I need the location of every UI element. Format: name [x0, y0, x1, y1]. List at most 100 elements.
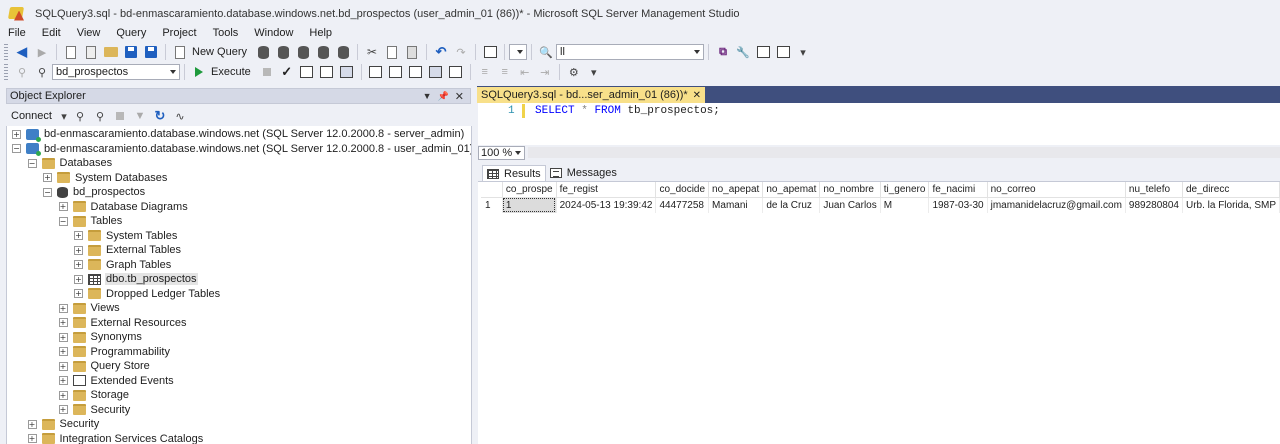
expand-icon[interactable]: + — [43, 173, 52, 183]
connect-object-explorer-icon[interactable]: ⚲ — [72, 108, 88, 124]
change-connection-icon[interactable]: ⚲ — [34, 64, 50, 80]
column-header-fe-nacimi[interactable]: fe_nacimi — [928, 182, 988, 198]
expand-icon[interactable]: + — [74, 274, 83, 284]
cut-icon[interactable]: ✂ — [364, 44, 380, 60]
stop-icon[interactable] — [112, 108, 128, 124]
new-project-icon[interactable] — [63, 44, 79, 60]
menu-edit[interactable]: Edit — [34, 25, 69, 41]
expand-icon[interactable]: + — [58, 202, 68, 212]
tree-node[interactable]: − bd_prospectos — [43, 185, 146, 200]
collapse-icon[interactable]: − — [43, 187, 52, 197]
find-combo[interactable]: ll — [556, 44, 705, 60]
collapse-icon[interactable]: − — [27, 158, 37, 168]
add-item-icon[interactable] — [83, 44, 99, 60]
menu-window[interactable]: Window — [246, 25, 301, 41]
cancel-query-icon[interactable] — [259, 64, 275, 80]
back-icon[interactable]: ◀ — [14, 44, 30, 60]
tab-close-icon[interactable]: ✕ — [693, 90, 701, 101]
tree-node[interactable]: + Query Store — [58, 359, 151, 374]
live-query-stats-icon[interactable] — [368, 64, 384, 80]
menu-view[interactable]: View — [69, 25, 109, 41]
increase-indent-icon[interactable]: ⇥ — [537, 64, 553, 80]
query-editor[interactable]: 1 SELECT * FROM tb_prospectos; — [478, 103, 1280, 145]
collapse-icon[interactable]: − — [58, 216, 68, 226]
disconnect-icon[interactable]: ⚲ — [92, 108, 108, 124]
window-position-dropdown-icon[interactable]: ▼ — [423, 91, 432, 101]
grid-cell-co-prospe[interactable]: 1 — [502, 197, 557, 213]
tree-node[interactable]: + Extended Events — [58, 374, 175, 389]
toolbar-grip[interactable] — [4, 44, 8, 60]
execute-button[interactable]: Execute — [211, 66, 251, 78]
expand-icon[interactable]: + — [58, 347, 68, 357]
tree-node[interactable]: + Dropped Ledger Tables — [74, 287, 221, 302]
tree-node[interactable]: + Graph Tables — [74, 258, 172, 273]
paste-icon[interactable] — [404, 44, 420, 60]
tree-node[interactable]: + External Resources — [58, 316, 188, 331]
column-header-nu-telefo[interactable]: nu_telefo — [1125, 182, 1183, 198]
tree-node[interactable]: + Storage — [58, 388, 131, 403]
tab-messages[interactable]: Messages — [546, 165, 621, 181]
expand-icon[interactable]: + — [58, 390, 68, 400]
connect-dropdown-icon[interactable]: ▾ — [60, 108, 68, 124]
dax-query-icon[interactable] — [335, 44, 351, 60]
expand-icon[interactable]: + — [58, 405, 68, 415]
expand-icon[interactable]: + — [74, 260, 83, 270]
tree-node[interactable]: + dbo.tb_prospectos — [74, 272, 198, 287]
copy-icon[interactable] — [384, 44, 400, 60]
expand-icon[interactable]: + — [74, 289, 83, 299]
new-query-icon[interactable] — [172, 44, 188, 60]
expand-icon[interactable]: + — [74, 231, 83, 241]
display-estimated-plan-icon[interactable] — [299, 64, 315, 80]
forward-icon[interactable]: ▶ — [34, 44, 50, 60]
connect-button[interactable]: Connect — [11, 110, 52, 122]
tree-node[interactable]: + Synonyms — [58, 330, 143, 345]
open-file-icon[interactable] — [103, 44, 119, 60]
save-all-icon[interactable] — [143, 44, 159, 60]
tree-node[interactable]: + bd-enmascaramiento.database.windows.net… — [12, 127, 465, 142]
query-designer-icon[interactable] — [319, 64, 335, 80]
close-icon[interactable]: ✕ — [455, 90, 464, 103]
include-actual-plan-icon[interactable] — [339, 64, 355, 80]
tree-node[interactable]: + Database Diagrams — [58, 200, 189, 215]
activity-monitor-icon[interactable]: ∿ — [172, 108, 188, 124]
column-header-no-apemat[interactable]: no_apemat — [762, 182, 821, 198]
comment-icon[interactable]: ≡ — [477, 64, 493, 80]
expand-icon[interactable]: + — [12, 129, 21, 139]
execute-icon[interactable] — [191, 64, 207, 80]
grid-cell-nu-telefo[interactable]: 989280804 — [1125, 197, 1183, 213]
menu-query[interactable]: Query — [108, 25, 154, 41]
expand-icon[interactable]: + — [27, 434, 37, 444]
find-icon[interactable]: 🔍 — [538, 44, 554, 60]
grid-cell-fe-nacimi[interactable]: 1987-03-30 — [928, 197, 988, 213]
tree-node[interactable]: + System Databases — [43, 171, 168, 186]
column-header-de-direcc[interactable]: de_direcc — [1182, 182, 1280, 198]
tree-node[interactable]: + Integration Services Catalogs — [27, 432, 205, 444]
collapse-icon[interactable]: − — [12, 144, 21, 154]
refresh-icon[interactable]: ↻ — [152, 108, 168, 124]
xmla-query-icon[interactable] — [315, 44, 331, 60]
specify-template-values-icon[interactable]: ⚙ — [566, 64, 582, 80]
menu-tools[interactable]: Tools — [205, 25, 247, 41]
tab-results[interactable]: Results — [482, 165, 546, 181]
tree-node[interactable]: − Tables — [58, 214, 124, 229]
column-header-no-correo[interactable]: no_correo — [987, 182, 1126, 198]
decrease-indent-icon[interactable]: ⇤ — [517, 64, 533, 80]
available-databases-dropdown[interactable]: bd_prospectos — [52, 64, 180, 80]
expand-icon[interactable]: + — [58, 361, 68, 371]
expand-icon[interactable]: + — [74, 245, 83, 255]
results-to-text-icon[interactable] — [408, 64, 424, 80]
save-icon[interactable] — [123, 44, 139, 60]
tree-node[interactable]: + System Tables — [74, 229, 178, 244]
expand-icon[interactable]: + — [58, 376, 68, 386]
column-header-ti-genero[interactable]: ti_genero — [880, 182, 930, 198]
grid-cell-no-apemat[interactable]: de la Cruz — [762, 197, 821, 213]
zoom-dropdown[interactable]: 100 % — [478, 145, 525, 160]
auto-hide-pin-icon[interactable]: 📌 — [438, 91, 449, 102]
tree-node[interactable]: + Views — [58, 301, 121, 316]
activity-monitor-icon[interactable] — [482, 44, 498, 60]
tree-node[interactable]: + External Tables — [74, 243, 182, 258]
properties-wrench-icon[interactable]: 🔧 — [735, 44, 751, 60]
tree-node[interactable]: + Security — [27, 417, 101, 432]
expand-icon[interactable]: + — [27, 419, 37, 429]
results-to-grid-icon[interactable] — [428, 64, 444, 80]
